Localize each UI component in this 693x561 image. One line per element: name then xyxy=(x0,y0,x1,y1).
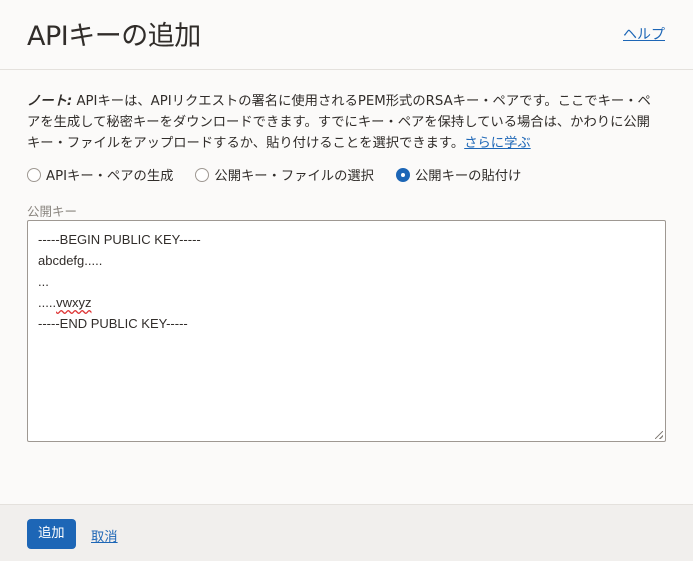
dialog-header: APIキーの追加 ヘルプ xyxy=(0,0,693,70)
textarea-text: ..... xyxy=(38,295,57,310)
textarea-line: ... xyxy=(38,274,49,289)
public-key-textarea[interactable]: -----BEGIN PUBLIC KEY----- abcdefg..... … xyxy=(27,220,666,442)
radio-label: APIキー・ペアの生成 xyxy=(46,169,174,184)
note-body: APIキーは、APIリクエストの署名に使用されるPEM形式のRSAキー・ペアです… xyxy=(27,94,651,151)
textarea-line: .....vwxyz xyxy=(38,292,655,313)
cancel-link[interactable]: 取消 xyxy=(91,526,118,545)
textarea-line: -----BEGIN PUBLIC KEY----- xyxy=(38,232,201,247)
key-source-radio-group: APIキー・ペアの生成 公開キー・ファイルの選択 公開キーの貼付け xyxy=(27,165,521,184)
add-button[interactable]: 追加 xyxy=(27,519,76,549)
dialog-body: ノート: APIキーは、APIリクエストの署名に使用されるPEM形式のRSAキー… xyxy=(0,71,693,504)
spellcheck-word: vwxyz xyxy=(56,295,92,310)
radio-button-selected[interactable] xyxy=(395,167,410,182)
page-title: APIキーの追加 xyxy=(27,21,201,52)
radio-button[interactable] xyxy=(27,167,41,182)
resize-handle-icon[interactable] xyxy=(655,431,663,439)
textarea-line: -----END PUBLIC KEY----- xyxy=(38,316,188,331)
add-api-key-dialog: APIキーの追加 ヘルプ ノート: APIキーは、APIリクエストの署名に使用さ… xyxy=(0,0,693,561)
radio-label: 公開キー・ファイルの選択 xyxy=(214,169,374,184)
dialog-footer: 追加 取消 xyxy=(0,504,693,561)
public-key-label: 公開キー xyxy=(27,204,78,219)
learn-more-link[interactable]: さらに学ぶ xyxy=(464,136,530,151)
note-prefix: ノート: xyxy=(27,94,73,109)
radio-choose-public-key-file[interactable]: 公開キー・ファイルの選択 xyxy=(195,165,374,184)
note-text: ノート: APIキーは、APIリクエストの署名に使用されるPEM形式のRSAキー… xyxy=(27,91,659,154)
help-link[interactable]: ヘルプ xyxy=(623,24,665,44)
radio-button[interactable] xyxy=(195,167,210,182)
radio-paste-public-key[interactable]: 公開キーの貼付け xyxy=(395,165,522,184)
textarea-line: abcdefg..... xyxy=(38,253,103,268)
radio-generate-key-pair[interactable]: APIキー・ペアの生成 xyxy=(27,165,173,184)
radio-label: 公開キーの貼付け xyxy=(414,169,522,184)
